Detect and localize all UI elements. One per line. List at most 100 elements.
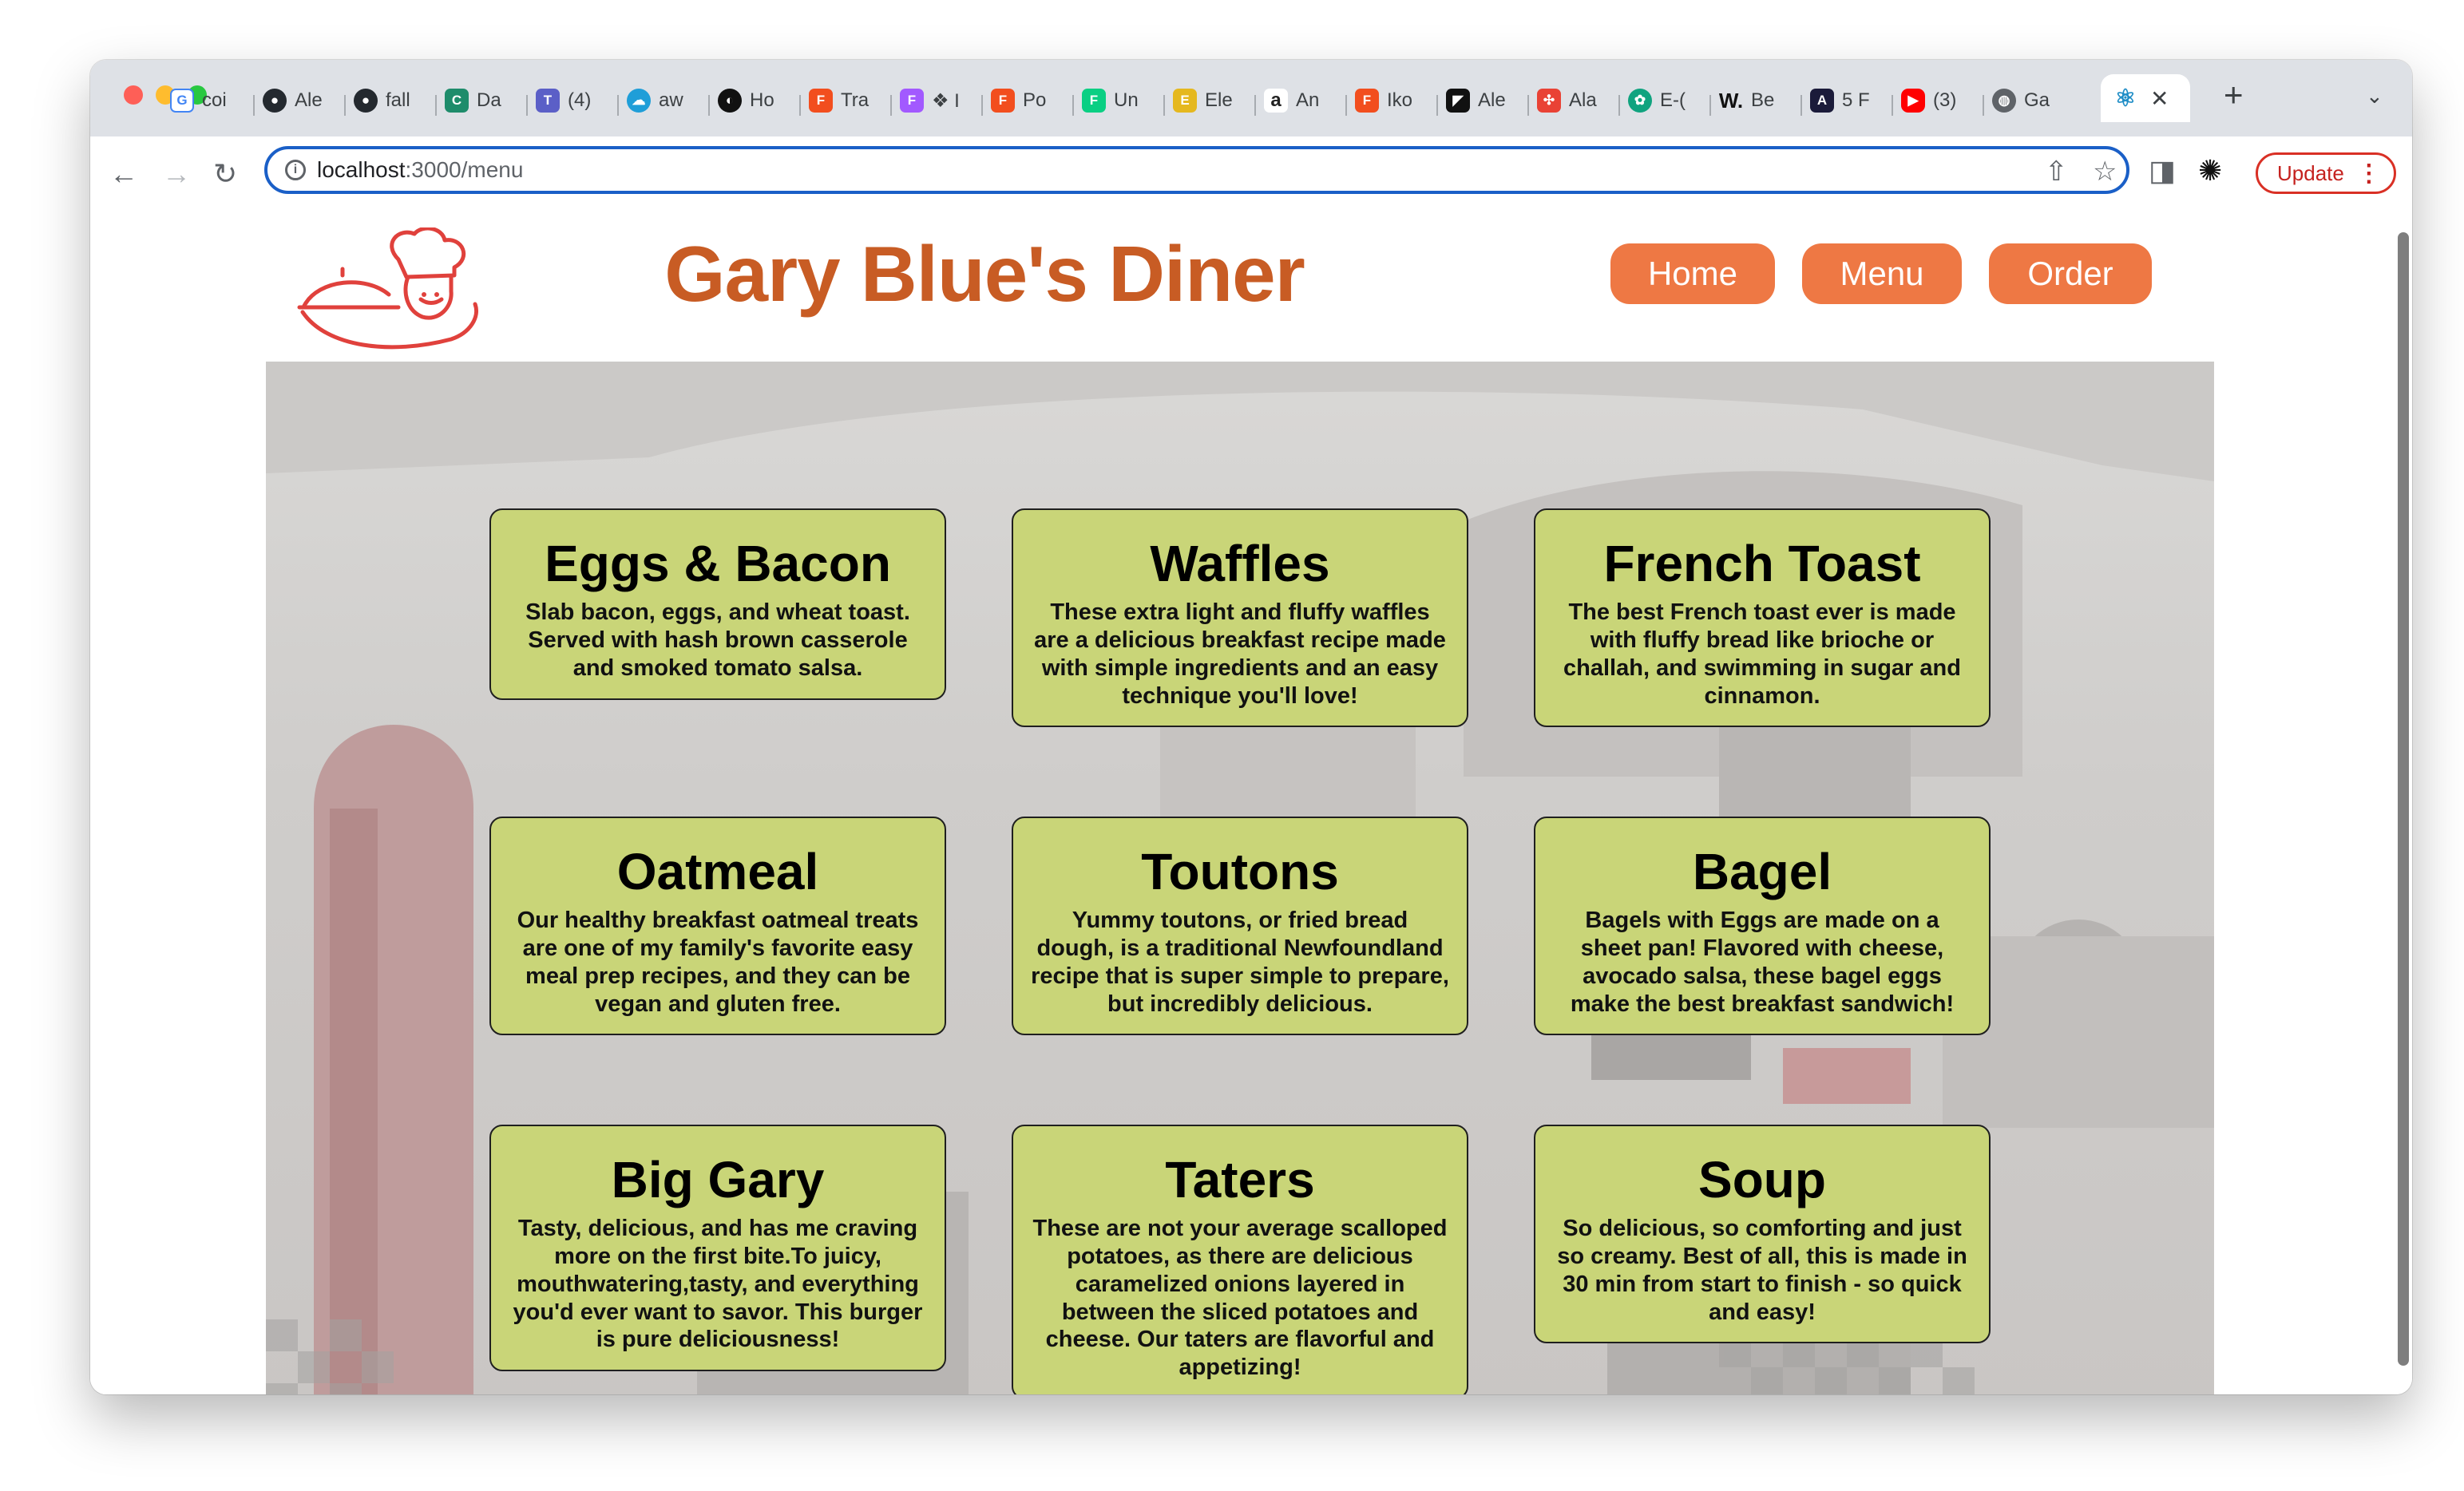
tab-title: Ale — [295, 89, 323, 111]
menu-card-soup[interactable]: Soup So delicious, so comforting and jus… — [1534, 1125, 1991, 1344]
browser-tab[interactable]: A 5 F — [1810, 81, 1874, 121]
browser-tab[interactable]: W. Be — [1719, 81, 1783, 121]
nav-menu-button[interactable]: Menu — [1802, 243, 1962, 304]
google-icon: G — [170, 89, 194, 113]
browser-tab[interactable]: ✣ Ala — [1537, 81, 1601, 121]
close-window-button[interactable] — [124, 85, 143, 105]
menu-card-taters[interactable]: Taters These are not your average scallo… — [1012, 1125, 1468, 1394]
nav-home-button[interactable]: Home — [1610, 243, 1775, 304]
address-bar[interactable]: i localhost:3000/menu ⇧ ☆ — [264, 146, 2129, 194]
side-panel-icon[interactable]: ◨ — [2149, 154, 2176, 188]
share-icon[interactable]: ⇧ — [2045, 156, 2068, 188]
nav-order-button[interactable]: Order — [1989, 243, 2152, 304]
extension-icon[interactable]: ✺ — [2198, 154, 2222, 188]
menu-card-oatmeal[interactable]: Oatmeal Our healthy breakfast oatmeal tr… — [489, 817, 946, 1036]
update-button[interactable]: Update ⋮ — [2256, 152, 2396, 194]
codepen-icon: C — [445, 89, 469, 113]
browser-tab[interactable]: F Po — [991, 81, 1055, 121]
browser-tab[interactable]: G coi — [170, 81, 234, 121]
tab-separator — [435, 95, 437, 116]
tab-title: aw — [659, 89, 683, 111]
chef-waiter-logo[interactable] — [295, 227, 483, 352]
menu-card-waffles[interactable]: Waffles These extra light and fluffy waf… — [1012, 508, 1468, 728]
browser-tab[interactable]: F Iko — [1355, 81, 1419, 121]
tab-separator — [526, 95, 528, 116]
url-host: localhost — [317, 157, 406, 182]
browser-tab[interactable]: F ❖ I — [900, 81, 964, 121]
figma-icon: F — [1082, 89, 1106, 113]
menu-card-french-toast[interactable]: French Toast The best French toast ever … — [1534, 508, 1991, 728]
puzzle-icon: ✣ — [1537, 89, 1561, 113]
menu-item-name: Toutons — [1141, 843, 1339, 900]
menu-item-name: French Toast — [1603, 535, 1921, 592]
tab-title: Un — [1114, 89, 1139, 111]
tab-strip: G coi ● Ale ● fall C Da T (4) ☁ aw ◐ Ho … — [90, 60, 2412, 136]
tab-title: Ala — [1569, 89, 1597, 111]
page-scrollbar[interactable] — [2398, 232, 2409, 1366]
browser-tab[interactable]: ▶ (3) — [1901, 81, 1965, 121]
menu-card-big-gary[interactable]: Big Gary Tasty, delicious, and has me cr… — [489, 1125, 946, 1372]
menu-item-description: Yummy toutons, or fried bread dough, is … — [1031, 908, 1449, 1017]
menu-item-description: So delicious, so comforting and just so … — [1557, 1216, 1967, 1325]
tab-title: fall — [386, 89, 410, 111]
menu-card-toutons[interactable]: Toutons Yummy toutons, or fried bread do… — [1012, 817, 1468, 1036]
hotjar-icon: ◐ — [718, 89, 742, 113]
menu-item-description: These are not your average scalloped pot… — [1032, 1216, 1448, 1381]
tab-separator — [1527, 95, 1529, 116]
teams-icon: T — [536, 89, 560, 113]
browser-tab[interactable]: ◍ Ga — [1992, 81, 2056, 121]
menu-card-bagel[interactable]: Bagel Bagels with Eggs are made on a she… — [1534, 817, 1991, 1036]
url-path: :3000/menu — [405, 157, 524, 182]
more-menu-icon[interactable]: ⋮ — [2357, 160, 2381, 188]
tab-title: coi — [202, 89, 227, 111]
close-tab-icon[interactable]: ✕ — [2150, 85, 2169, 112]
tab-title: Ga — [2024, 89, 2050, 111]
browser-tab[interactable]: C Da — [445, 81, 509, 121]
tab-title: (3) — [1933, 89, 1957, 111]
browser-tab[interactable]: F Tra — [809, 81, 873, 121]
tab-title: Iko — [1387, 89, 1413, 111]
tab-title: Tra — [841, 89, 870, 111]
tab-separator — [1892, 95, 1893, 116]
browser-tab[interactable]: E Ele — [1173, 81, 1237, 121]
menu-item-description: The best French toast ever is made with … — [1563, 599, 1961, 709]
site-title: Gary Blue's Diner — [664, 230, 1305, 318]
react-icon: ⚛ — [2114, 85, 2137, 112]
bookmark-star-icon[interactable]: ☆ — [2093, 156, 2117, 188]
tab-title: 5 F — [1842, 89, 1870, 111]
menu-item-name: Oatmeal — [616, 843, 819, 900]
menu-card-eggs-bacon[interactable]: Eggs & Bacon Slab bacon, eggs, and wheat… — [489, 508, 946, 700]
new-tab-icon[interactable]: + — [2224, 76, 2244, 114]
tab-title: Po — [1023, 89, 1047, 111]
menu-item-name: Big Gary — [611, 1151, 825, 1208]
back-arrow-icon[interactable]: ← — [109, 157, 138, 191]
browser-tab[interactable]: F Un — [1082, 81, 1146, 121]
menu-item-description: Our healthy breakfast oatmeal treats are… — [517, 908, 919, 1017]
menu-item-description: Slab bacon, eggs, and wheat toast. Serve… — [525, 599, 910, 681]
browser-tab[interactable]: ◤ Ale — [1446, 81, 1510, 121]
ae-icon: A — [1810, 89, 1834, 113]
browser-tab[interactable]: ● Ale — [263, 81, 327, 121]
tab-separator — [981, 95, 983, 116]
site-info-icon[interactable]: i — [285, 160, 306, 180]
browser-tab[interactable]: ☁ aw — [627, 81, 691, 121]
salesforce-icon: ☁ — [627, 89, 651, 113]
active-browser-tab[interactable]: ⚛ ✕ — [2101, 74, 2190, 122]
browser-tab[interactable]: ◐ Ho — [718, 81, 782, 121]
browser-tab[interactable]: ● fall — [354, 81, 418, 121]
browser-tab[interactable]: a An — [1264, 81, 1328, 121]
reload-icon[interactable]: ↻ — [213, 157, 237, 191]
forward-arrow-icon[interactable]: → — [162, 157, 191, 191]
menu-item-name: Eggs & Bacon — [545, 535, 891, 592]
menu-item-name: Waffles — [1150, 535, 1330, 592]
browser-tab[interactable]: ✿ E-( — [1628, 81, 1692, 121]
tab-search-chevron-icon[interactable]: ⌄ — [2366, 84, 2383, 109]
figma-icon: F — [991, 89, 1015, 113]
tab-separator — [1163, 95, 1165, 116]
update-label: Update — [2277, 160, 2344, 185]
tab-title: Ale — [1478, 89, 1506, 111]
menu-item-name: Taters — [1165, 1151, 1315, 1208]
browser-tab[interactable]: T (4) — [536, 81, 600, 121]
figma-icon: F — [809, 89, 833, 113]
tab-title: ❖ I — [932, 89, 960, 112]
